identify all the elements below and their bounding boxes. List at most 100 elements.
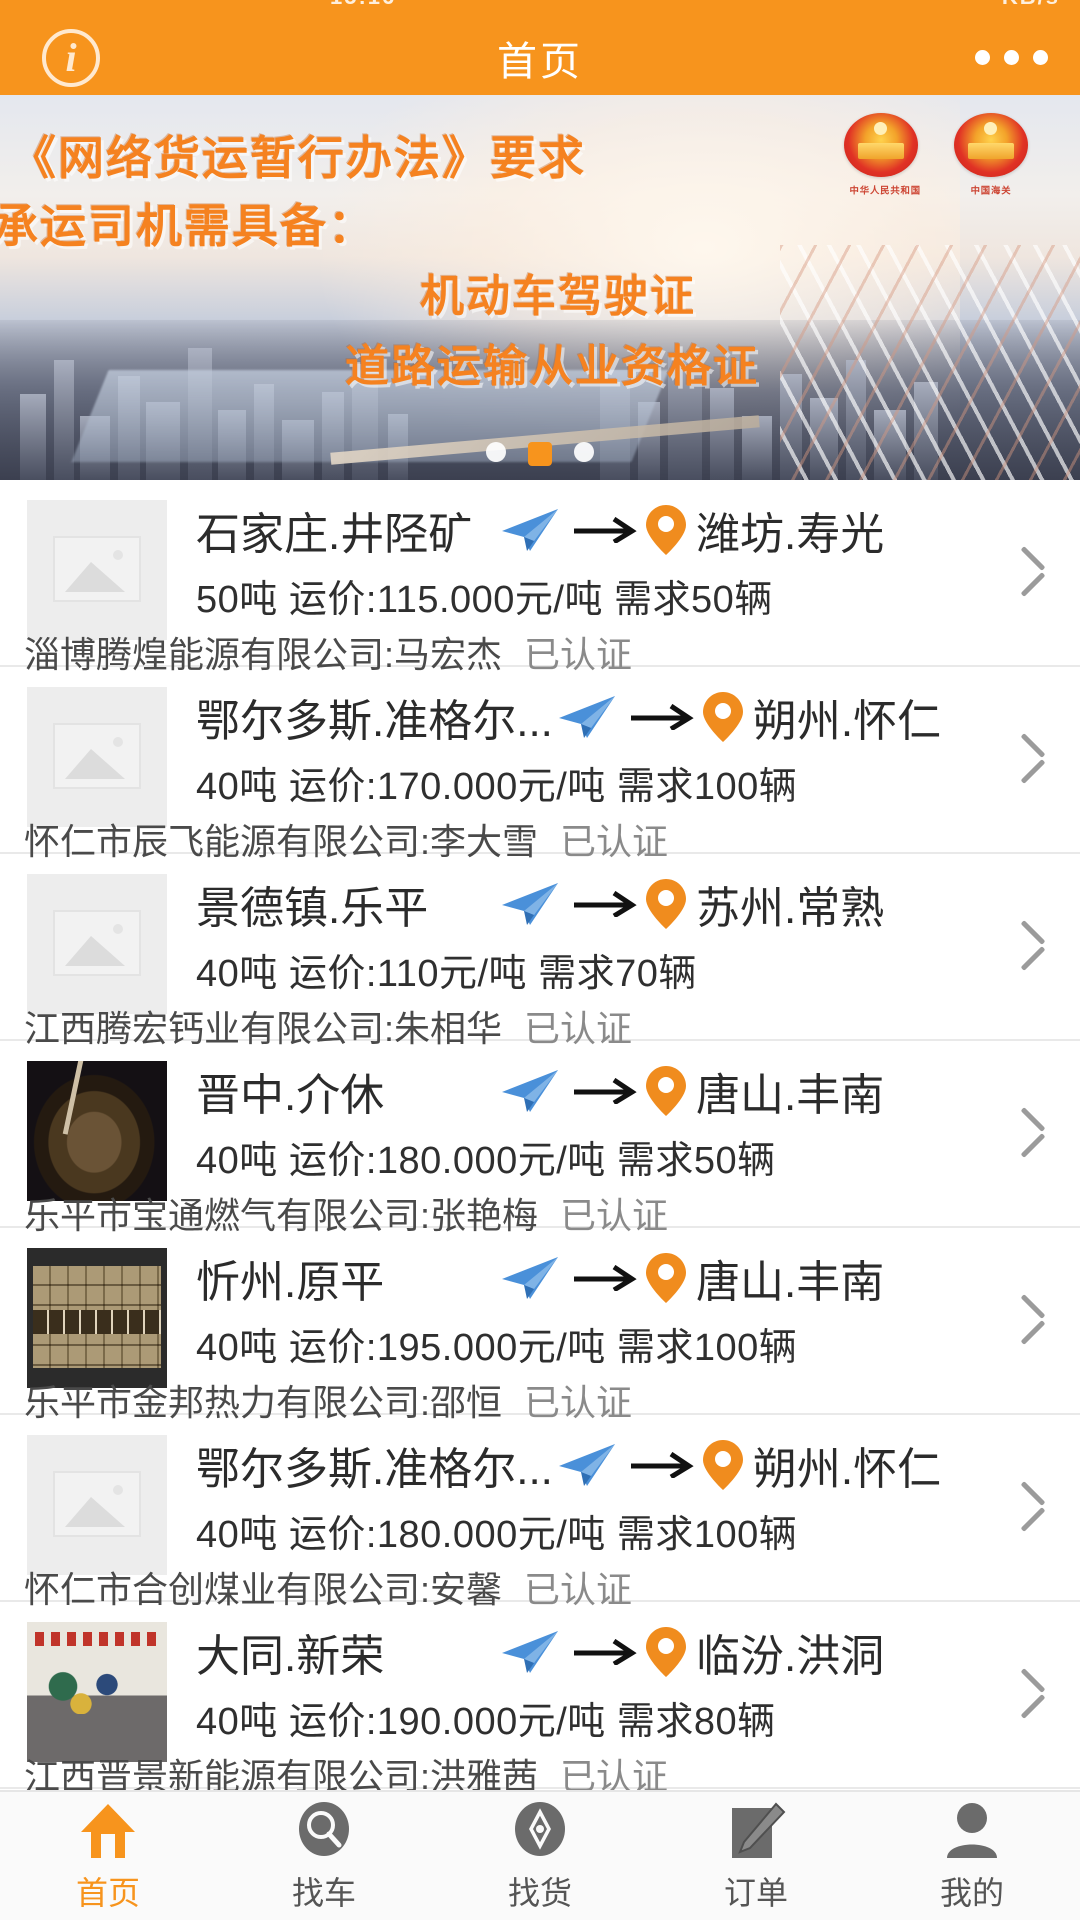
tab-orders[interactable]: 订单 (648, 1792, 864, 1920)
origin-city: 晋中.介休 (196, 1071, 385, 1120)
company-line: 江西晋景新能源有限公司:洪雅茜 已认证 (24, 1748, 668, 1790)
destination-city: 朔州.怀仁 (752, 1445, 942, 1494)
origin-city: 景德镇.乐平 (196, 884, 429, 933)
tab-label-find-cargo: 找货 (507, 1875, 572, 1911)
map-pin-icon (701, 690, 745, 744)
destination-city: 苏州.常熟 (696, 884, 885, 933)
national-emblem-icon: 中华人民共和国 (844, 113, 921, 198)
direction-arrow-icon (629, 1443, 697, 1487)
paper-plane-icon (500, 1255, 564, 1301)
cargo-list-item[interactable]: 景德镇.乐平 苏州.常熟 40吨 运价:110元/吨 需求70辆 江西腾宏钙业有限公司… (0, 854, 1080, 1049)
destination-city: 临汾.洪洞 (696, 1632, 885, 1681)
banner-line-4: 道路运输从业资格证 (345, 342, 759, 391)
map-pin-icon (644, 1625, 688, 1679)
cargo-photo (27, 1248, 167, 1388)
direction-arrow-icon (572, 1069, 640, 1113)
banner-line-1: 《网络货运暂行办法》要求 (10, 132, 586, 184)
banner-line-2: 承运司机需具备： (0, 200, 376, 252)
tab-find-truck[interactable]: 找车 (216, 1792, 432, 1920)
emblem-caption: 中华人民共和国 (849, 185, 921, 196)
destination-city: 朔州.怀仁 (752, 697, 942, 746)
cargo-list-item[interactable]: 鄂尔多斯.准格尔... 朔州.怀仁 40吨 运价:170.000元/吨 需求100辆… (0, 667, 1080, 862)
chevron-right-icon[interactable] (1014, 1477, 1044, 1533)
bottom-tab-bar[interactable]: 首页 找车 找货 订单 我的 (0, 1790, 1080, 1920)
carousel-dots[interactable] (0, 442, 1080, 466)
status-bar-indicators: KB/s (1002, 0, 1060, 10)
destination-city: 唐山.丰南 (696, 1071, 885, 1120)
cargo-list-item[interactable]: 石家庄.井陉矿 潍坊.寿光 50吨 运价:115.000元/吨 需求50辆 淄博腾煌能… (0, 480, 1080, 675)
paper-plane-icon (500, 1629, 564, 1675)
cargo-thumbnail (27, 500, 167, 640)
paper-plane-icon (500, 507, 564, 553)
paper-plane-icon (500, 1068, 564, 1114)
page-title: 首页 (497, 39, 583, 84)
chevron-right-icon[interactable] (1014, 1103, 1044, 1159)
map-pin-icon (701, 1438, 745, 1492)
origin-city: 石家庄.井陉矿 (196, 510, 473, 559)
destination-city: 唐山.丰南 (696, 1258, 885, 1307)
direction-arrow-icon (572, 1630, 640, 1674)
chevron-right-icon[interactable] (1014, 542, 1044, 598)
chevron-right-icon[interactable] (1014, 916, 1044, 972)
tab-label-profile: 我的 (939, 1875, 1004, 1911)
cargo-detail: 40吨 运价:180.000元/吨 需求100辆 (196, 1514, 798, 1556)
chevron-right-icon[interactable] (1014, 1664, 1044, 1720)
map-pin-icon (644, 1064, 688, 1118)
cargo-photo (27, 1061, 167, 1201)
cargo-list[interactable]: 石家庄.井陉矿 潍坊.寿光 50吨 运价:115.000元/吨 需求50辆 淄博腾煌能… (0, 480, 1080, 1790)
cargo-detail: 40吨 运价:195.000元/吨 需求100辆 (196, 1327, 798, 1369)
cargo-list-item[interactable]: 大同.新荣 临汾.洪洞 40吨 运价:190.000元/吨 需求80辆江西晋景新能源… (0, 1602, 1080, 1790)
direction-arrow-icon (572, 508, 640, 552)
origin-city: 鄂尔多斯.准格尔... (196, 1445, 553, 1494)
route-line: 忻州.原平 唐山.丰南 (196, 1250, 960, 1307)
route-line: 大同.新荣 临汾.洪洞 (196, 1624, 960, 1681)
direction-arrow-icon (572, 882, 640, 926)
cargo-list-item[interactable]: 晋中.介休 唐山.丰南 40吨 运价:180.000元/吨 需求50辆 乐平市宝通燃气… (0, 1041, 1080, 1236)
promo-banner-carousel[interactable]: 《网络货运暂行办法》要求 承运司机需具备： 机动车驾驶证 道路运输从业资格证 中… (0, 95, 1080, 480)
more-dots-icon[interactable] (975, 20, 1048, 95)
cargo-thumbnail (27, 874, 167, 1014)
chevron-right-icon[interactable] (1014, 729, 1044, 785)
cargo-photo (27, 1622, 167, 1762)
origin-city: 鄂尔多斯.准格尔... (196, 697, 553, 746)
cargo-thumbnail (27, 1435, 167, 1575)
carousel-dot-1[interactable] (486, 442, 506, 462)
carousel-dot-2-active[interactable] (528, 442, 552, 466)
route-line: 晋中.介休 唐山.丰南 (196, 1063, 960, 1120)
cargo-list-item[interactable]: 鄂尔多斯.准格尔... 朔州.怀仁 40吨 运价:180.000元/吨 需求100辆… (0, 1415, 1080, 1610)
tab-find-cargo[interactable]: 找货 (432, 1792, 648, 1920)
tab-label-orders: 订单 (723, 1875, 788, 1911)
tab-label-home: 首页 (75, 1875, 140, 1911)
app-header: i 首页 (0, 20, 1080, 95)
paper-plane-icon (557, 1442, 621, 1488)
cargo-detail: 40吨 运价:110元/吨 需求70辆 (196, 953, 697, 995)
route-line: 鄂尔多斯.准格尔... 朔州.怀仁 (196, 689, 960, 746)
banner-line-3: 机动车驾驶证 (420, 272, 696, 321)
route-line: 石家庄.井陉矿 潍坊.寿光 (196, 502, 960, 559)
cargo-detail: 50吨 运价:115.000元/吨 需求50辆 (196, 579, 773, 621)
tab-home[interactable]: 首页 (0, 1792, 216, 1920)
carousel-dot-3[interactable] (574, 442, 594, 462)
more-dot (1033, 50, 1048, 65)
chevron-right-icon[interactable] (1014, 1290, 1044, 1346)
image-placeholder-icon (53, 723, 141, 789)
more-dot (1004, 50, 1019, 65)
home-icon (77, 1798, 139, 1860)
map-pin-icon (644, 1251, 688, 1305)
direction-arrow-icon (572, 1256, 640, 1300)
cargo-detail: 40吨 运价:190.000元/吨 需求80辆 (196, 1701, 776, 1743)
search-icon (295, 1798, 353, 1860)
paper-plane-icon (557, 694, 621, 740)
direction-arrow-icon (629, 695, 697, 739)
person-icon (943, 1798, 1001, 1860)
status-badge-verified: 已认证 (560, 1756, 669, 1790)
image-placeholder-icon (53, 1471, 141, 1537)
cargo-list-item[interactable]: 忻州.原平 唐山.丰南 40吨 运价:195.000元/吨 需求100辆 乐平市金邦热… (0, 1228, 1080, 1423)
paper-plane-icon (500, 881, 564, 927)
compass-icon (511, 1798, 569, 1860)
company-name: 江西晋景新能源有限公司:洪雅茜 (24, 1756, 539, 1790)
cargo-thumbnail (27, 1248, 167, 1388)
national-emblems: 中华人民共和国 中国海关 (844, 113, 1028, 198)
tab-profile[interactable]: 我的 (864, 1792, 1080, 1920)
origin-city: 忻州.原平 (196, 1258, 385, 1307)
